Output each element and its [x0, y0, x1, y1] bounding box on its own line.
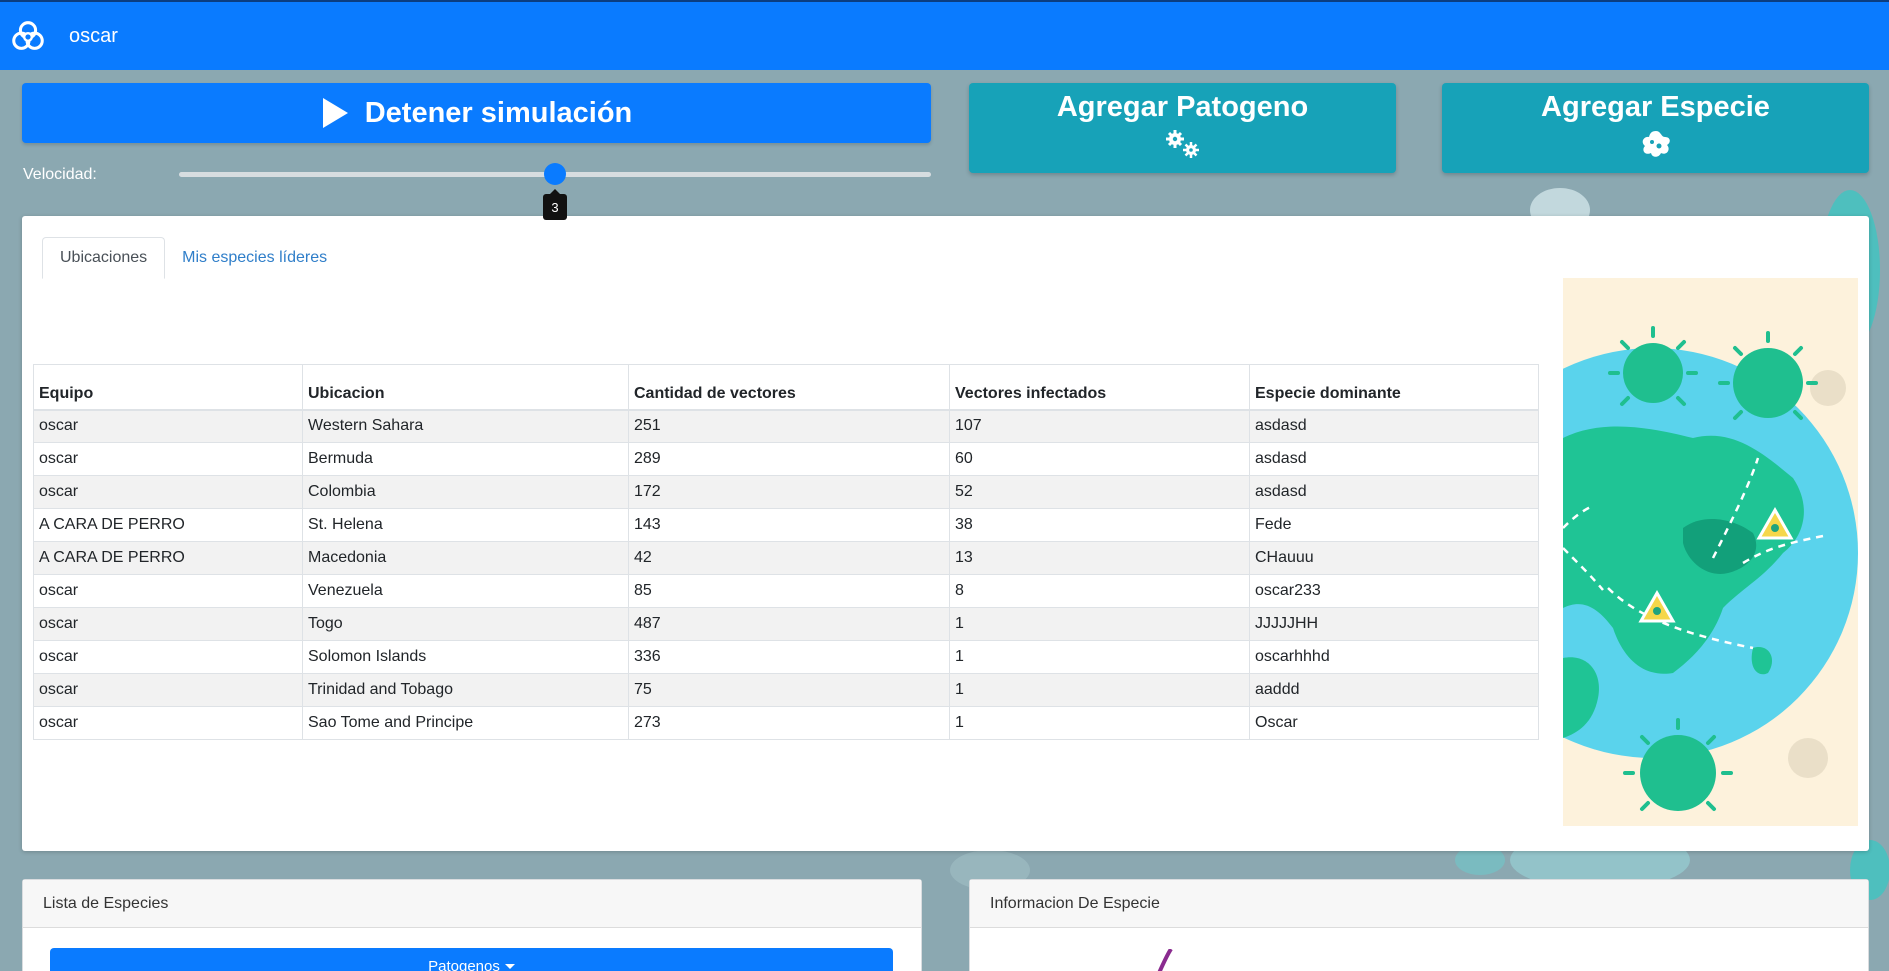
cell-equipo: oscar [33, 574, 303, 608]
add-species-button[interactable]: Agregar Especie [1442, 83, 1869, 173]
cell-equipo: A CARA DE PERRO [33, 541, 303, 575]
cell-cantidad: 336 [628, 640, 950, 674]
table-row[interactable]: oscar Colombia 172 52 asdasd [33, 475, 1539, 509]
cell-infectados: 8 [949, 574, 1250, 608]
cell-infectados: 13 [949, 541, 1250, 575]
play-icon [322, 98, 348, 128]
gears-icon [1165, 130, 1199, 158]
caret-down-icon [504, 964, 515, 969]
table-header-row: Equipo Ubicacion Cantidad de vectores Ve… [33, 364, 1539, 411]
tab-mis-especies-lideres[interactable]: Mis especies líderes [165, 237, 344, 279]
cell-ubicacion: Western Sahara [302, 409, 629, 443]
cell-cantidad: 172 [628, 475, 950, 509]
pandemic-globe-illustration [1563, 278, 1858, 826]
cell-equipo: oscar [33, 673, 303, 707]
stop-simulation-button[interactable]: Detener simulación [22, 83, 931, 143]
speed-slider-thumb[interactable] [544, 163, 566, 185]
cell-infectados: 1 [949, 706, 1250, 740]
cell-especie: CHauuu [1249, 541, 1539, 575]
column-header-ubicacion[interactable]: Ubicacion [302, 364, 629, 411]
cell-infectados: 107 [949, 409, 1250, 443]
tab-ubicaciones[interactable]: Ubicaciones [42, 237, 166, 279]
cell-equipo: oscar [33, 442, 303, 476]
cell-infectados: 1 [949, 673, 1250, 707]
cell-ubicacion: Colombia [302, 475, 629, 509]
cell-ubicacion: Bermuda [302, 442, 629, 476]
cell-cantidad: 487 [628, 607, 950, 641]
cell-cantidad: 42 [628, 541, 950, 575]
cell-equipo: oscar [33, 640, 303, 674]
cell-equipo: oscar [33, 475, 303, 509]
species-list-title: Lista de Especies [23, 880, 921, 928]
cell-ubicacion: Macedonia [302, 541, 629, 575]
cell-infectados: 1 [949, 607, 1250, 641]
cell-especie: asdasd [1249, 442, 1539, 476]
column-header-equipo[interactable]: Equipo [33, 364, 303, 411]
table-row[interactable]: oscar Bermuda 289 60 asdasd [33, 442, 1539, 476]
stop-simulation-label: Detener simulación [364, 96, 633, 129]
speed-value-tooltip: 3 [543, 189, 567, 220]
cell-especie: Oscar [1249, 706, 1539, 740]
cell-ubicacion: St. Helena [302, 508, 629, 542]
species-list-card: Lista de Especies Patogenos [22, 879, 922, 971]
table-row[interactable]: oscar Trinidad and Tobago 75 1 aaddd [33, 673, 1539, 707]
cell-ubicacion: Venezuela [302, 574, 629, 608]
species-info-title: Informacion De Especie [970, 880, 1868, 928]
cell-especie: oscarhhhd [1249, 640, 1539, 674]
table-row[interactable]: oscar Sao Tome and Principe 273 1 Oscar [33, 706, 1539, 740]
brand-username[interactable]: oscar [69, 25, 118, 48]
cell-equipo: oscar [33, 706, 303, 740]
cell-equipo: A CARA DE PERRO [33, 508, 303, 542]
cell-cantidad: 143 [628, 508, 950, 542]
bacteria-icon [1642, 131, 1670, 157]
table-row[interactable]: oscar Togo 487 1 JJJJJHH [33, 607, 1539, 641]
table-row[interactable]: oscar Western Sahara 251 107 asdasd [33, 409, 1539, 443]
column-header-vectores-infectados[interactable]: Vectores infectados [949, 364, 1250, 411]
cell-ubicacion: Solomon Islands [302, 640, 629, 674]
table-row[interactable]: A CARA DE PERRO St. Helena 143 38 Fede [33, 508, 1539, 542]
cell-infectados: 38 [949, 508, 1250, 542]
add-pathogen-label: Agregar Patogeno [1056, 91, 1309, 123]
table-row[interactable]: oscar Venezuela 85 8 oscar233 [33, 574, 1539, 608]
cell-ubicacion: Trinidad and Tobago [302, 673, 629, 707]
cell-infectados: 52 [949, 475, 1250, 509]
table-row[interactable]: A CARA DE PERRO Macedonia 42 13 CHauuu [33, 541, 1539, 575]
pathogens-dropdown[interactable]: Patogenos [50, 948, 893, 971]
cell-ubicacion: Togo [302, 607, 629, 641]
biohazard-icon[interactable] [9, 17, 47, 55]
species-info-card: Informacion De Especie [969, 879, 1869, 971]
cell-especie: asdasd [1249, 409, 1539, 443]
cell-especie: oscar233 [1249, 574, 1539, 608]
speed-label: Velocidad: [23, 166, 97, 183]
cell-especie: Fede [1249, 508, 1539, 542]
locations-table: Equipo Ubicacion Cantidad de vectores Ve… [33, 364, 1539, 740]
cell-cantidad: 273 [628, 706, 950, 740]
cell-infectados: 1 [949, 640, 1250, 674]
add-pathogen-button[interactable]: Agregar Patogeno [969, 83, 1396, 173]
locations-card: Ubicaciones Mis especies líderes Equipo … [22, 216, 1869, 851]
cell-cantidad: 251 [628, 409, 950, 443]
cell-cantidad: 75 [628, 673, 950, 707]
cell-ubicacion: Sao Tome and Principe [302, 706, 629, 740]
pathogens-dropdown-label: Patogenos [428, 958, 500, 971]
cell-especie: asdasd [1249, 475, 1539, 509]
species-image-fragment [1157, 949, 1173, 971]
cell-especie: JJJJJHH [1249, 607, 1539, 641]
cell-infectados: 60 [949, 442, 1250, 476]
cell-cantidad: 289 [628, 442, 950, 476]
column-header-cantidad-vectores[interactable]: Cantidad de vectores [628, 364, 950, 411]
cell-especie: aaddd [1249, 673, 1539, 707]
cell-equipo: oscar [33, 607, 303, 641]
cell-equipo: oscar [33, 409, 303, 443]
column-header-especie-dominante[interactable]: Especie dominante [1249, 364, 1539, 411]
add-species-label: Agregar Especie [1541, 91, 1770, 123]
table-row[interactable]: oscar Solomon Islands 336 1 oscarhhhd [33, 640, 1539, 674]
cell-cantidad: 85 [628, 574, 950, 608]
top-navbar: oscar [0, 0, 1889, 70]
tab-bar: Ubicaciones Mis especies líderes [42, 237, 344, 279]
